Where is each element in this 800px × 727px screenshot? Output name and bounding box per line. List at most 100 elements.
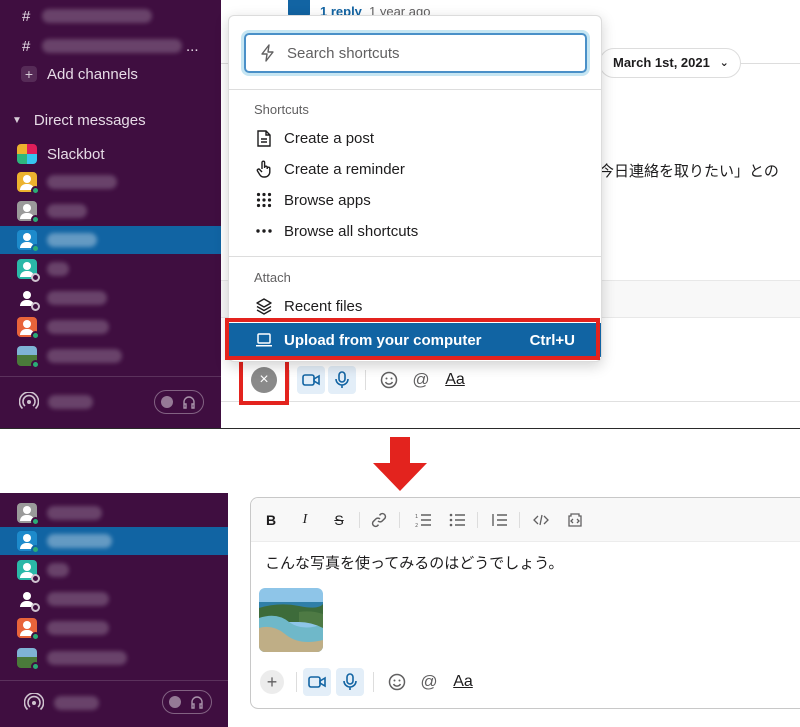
ordered-list-button[interactable]: 12	[411, 508, 435, 532]
audio-clip-button[interactable]	[336, 668, 364, 696]
annotation-highlight-upload	[225, 318, 600, 360]
italic-button[interactable]: I	[293, 508, 317, 532]
sidebar-dm-item[interactable]	[0, 168, 221, 196]
huddle-label-redacted	[54, 696, 99, 710]
sidebar-dm-item[interactable]	[0, 556, 228, 584]
slackbot-label: Slackbot	[47, 145, 105, 163]
menu-item-label: Create a post	[284, 129, 375, 147]
sidebar-divider	[0, 680, 228, 681]
search-shortcuts-input[interactable]	[287, 44, 567, 62]
avatar	[17, 201, 40, 224]
sidebar-dm-item[interactable]	[0, 197, 221, 225]
avatar	[17, 288, 40, 311]
avatar	[17, 589, 40, 612]
dm-name-redacted	[47, 291, 107, 305]
dm-name-redacted	[47, 320, 109, 334]
sidebar-dm-item-active[interactable]	[0, 527, 228, 555]
sidebar-dm-item[interactable]	[0, 585, 228, 613]
direct-messages-header[interactable]: ▼ Direct messages	[0, 106, 221, 134]
sidebar-dm-item[interactable]	[0, 644, 228, 672]
smiley-icon	[388, 673, 406, 691]
sidebar-dm-item-active[interactable]	[0, 226, 221, 254]
menu-item-browse-apps[interactable]: Browse apps	[229, 185, 601, 215]
menu-item-recent-files[interactable]: Recent files	[229, 291, 601, 321]
mention-button[interactable]: @	[415, 668, 443, 696]
add-channels-label: Add channels	[47, 65, 138, 83]
at-icon: @	[412, 370, 430, 389]
sidebar-dm-item[interactable]	[0, 342, 221, 370]
sidebar-dm-slackbot[interactable]: Slackbot	[0, 140, 221, 168]
hand-icon	[255, 160, 273, 178]
sidebar-channel-2[interactable]: # ...	[0, 32, 221, 60]
avatar	[17, 531, 40, 554]
formatting-toolbar: B I S 12	[251, 498, 800, 542]
channel-name-redacted	[42, 9, 152, 23]
avatar	[17, 317, 40, 340]
formatting-toggle[interactable]: Aa	[441, 366, 469, 394]
microphone-icon	[343, 673, 357, 690]
menu-item-browse-all-shortcuts[interactable]: Browse all shortcuts	[229, 216, 601, 246]
add-channels-button[interactable]: + Add channels	[0, 60, 221, 88]
search-shortcuts-box[interactable]	[244, 33, 587, 73]
bold-button[interactable]: B	[259, 508, 283, 532]
huddle-toggle[interactable]	[162, 690, 212, 714]
emoji-button[interactable]	[383, 668, 411, 696]
toolbar-separator	[359, 512, 360, 528]
workspace-sidebar-bottom	[0, 493, 228, 727]
formatting-toggle[interactable]: Aa	[449, 668, 477, 696]
emoji-button[interactable]	[375, 366, 403, 394]
sidebar-dm-item[interactable]	[0, 255, 221, 283]
strike-label: S	[334, 512, 344, 528]
code-icon	[533, 514, 549, 526]
smiley-icon	[380, 371, 398, 389]
plus-icon: +	[266, 671, 278, 692]
headphones-icon	[183, 396, 195, 409]
at-icon: @	[420, 672, 438, 691]
link-button[interactable]	[367, 508, 391, 532]
shortcuts-menu: Shortcuts Create a post Create a reminde…	[228, 15, 602, 362]
menu-item-create-post[interactable]: Create a post	[229, 123, 601, 153]
audio-clip-button[interactable]	[328, 366, 356, 394]
link-icon	[371, 512, 387, 528]
svg-text:1: 1	[415, 514, 418, 520]
avatar	[17, 618, 40, 641]
strikethrough-button[interactable]: S	[327, 508, 351, 532]
sidebar-dm-item[interactable]	[0, 313, 221, 341]
attached-photo-thumbnail[interactable]	[259, 588, 323, 652]
sidebar-channel-1[interactable]: #	[0, 2, 221, 30]
sidebar-dm-item[interactable]	[0, 499, 228, 527]
huddle-icon[interactable]	[24, 693, 44, 713]
blockquote-icon	[492, 514, 507, 526]
code-button[interactable]	[529, 508, 553, 532]
avatar	[17, 172, 40, 195]
chevron-down-icon: ⌄	[719, 57, 729, 69]
avatar	[17, 503, 40, 526]
dm-name-redacted	[47, 651, 127, 665]
dm-name-redacted	[47, 592, 109, 606]
mention-button[interactable]: @	[407, 366, 435, 394]
attach-plus-button[interactable]: +	[260, 670, 284, 694]
toolbar-separator	[289, 370, 290, 390]
date-jump-button[interactable]: March 1st, 2021 ⌄	[599, 48, 741, 78]
plus-icon: +	[21, 66, 37, 82]
code-block-button[interactable]	[563, 508, 587, 532]
menu-item-create-reminder[interactable]: Create a reminder	[229, 154, 601, 184]
shortcuts-section-label: Shortcuts	[254, 102, 309, 117]
avatar	[17, 230, 40, 253]
video-clip-button[interactable]	[303, 668, 331, 696]
huddle-toggle[interactable]	[154, 390, 204, 414]
toolbar-separator	[296, 672, 297, 692]
channel-name-redacted	[42, 39, 182, 53]
annotation-highlight-close	[239, 355, 289, 405]
blockquote-button[interactable]	[487, 508, 511, 532]
dm-name-redacted	[47, 204, 87, 218]
ellipsis: ...	[186, 37, 199, 55]
bulleted-list-button[interactable]	[445, 508, 469, 532]
message-input-text[interactable]: こんな写真を使ってみるのはどうでしょう。	[265, 552, 563, 573]
huddle-icon[interactable]	[19, 392, 39, 412]
format-label: Aa	[453, 673, 473, 690]
sidebar-dm-item[interactable]	[0, 614, 228, 642]
beach-photo-image	[259, 588, 323, 652]
sidebar-dm-item[interactable]	[0, 284, 221, 312]
video-clip-button[interactable]	[297, 366, 325, 394]
